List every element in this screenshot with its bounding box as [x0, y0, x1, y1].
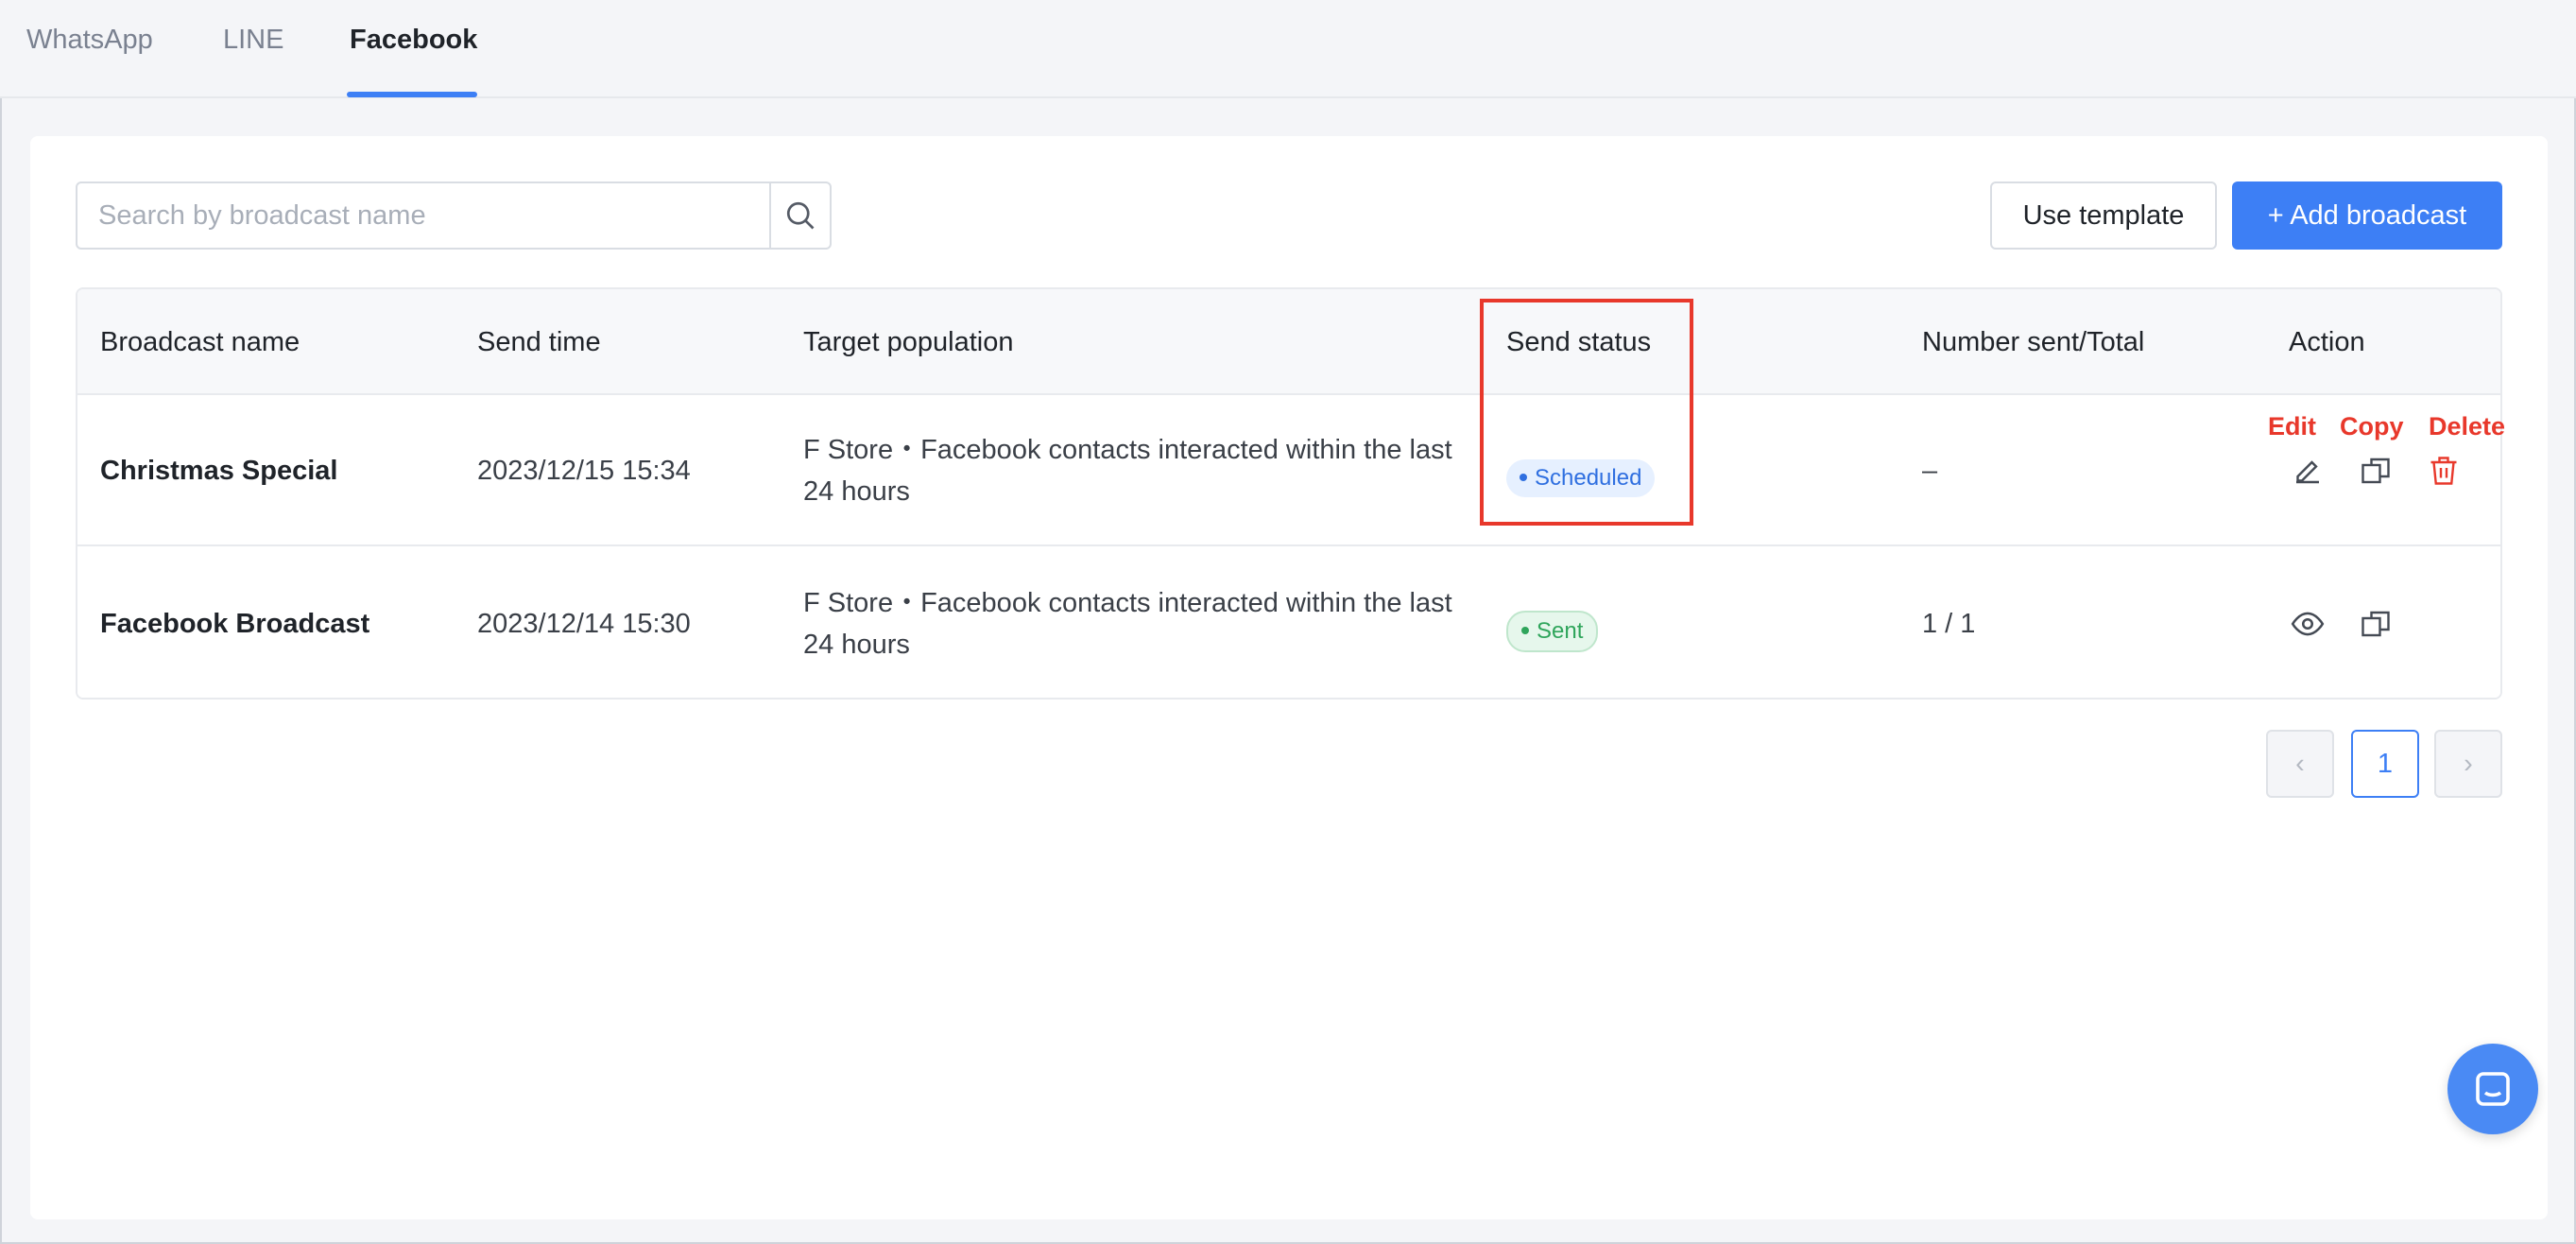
- copy-icon: [2361, 458, 2390, 484]
- target-population: F Store・Facebook contacts interacted wit…: [803, 435, 1452, 507]
- header-broadcast-name: Broadcast name: [100, 327, 301, 357]
- table-row: Christmas Special 2023/12/15 15:34 F Sto…: [77, 395, 2500, 546]
- channel-tabs: WhatsApp LINE Facebook: [0, 0, 2576, 98]
- annotation-edit: Edit: [2268, 412, 2316, 441]
- search-input[interactable]: [77, 183, 771, 248]
- prev-page-button[interactable]: ‹: [2266, 730, 2334, 798]
- tab-line[interactable]: LINE: [223, 25, 283, 56]
- delete-button[interactable]: [2425, 452, 2463, 490]
- tab-facebook[interactable]: Facebook: [350, 25, 477, 56]
- page-1-button[interactable]: 1: [2351, 730, 2419, 798]
- chat-launcher-button[interactable]: [2447, 1044, 2538, 1134]
- header-number-sent: Number sent/Total: [1922, 327, 2145, 357]
- sent-count: 1 / 1: [1922, 609, 1976, 639]
- search-box: [76, 181, 832, 250]
- active-tab-indicator: [347, 92, 477, 97]
- use-template-button[interactable]: Use template: [1990, 181, 2217, 250]
- next-page-button[interactable]: ›: [2434, 730, 2502, 798]
- add-broadcast-button[interactable]: + Add broadcast: [2232, 181, 2502, 250]
- edit-button[interactable]: [2289, 452, 2327, 490]
- annotation-copy: Copy: [2340, 412, 2404, 441]
- table-row: Facebook Broadcast 2023/12/14 15:30 F St…: [77, 548, 2500, 698]
- header-action: Action: [2289, 327, 2365, 357]
- chat-icon: [2476, 1072, 2510, 1106]
- broadcast-table: Broadcast name Send time Target populati…: [76, 287, 2502, 700]
- header-target-population: Target population: [803, 327, 1014, 357]
- view-icon: [2291, 612, 2325, 636]
- target-population: F Store・Facebook contacts interacted wit…: [803, 588, 1452, 660]
- status-text: Sent: [1537, 618, 1584, 644]
- view-button[interactable]: [2289, 605, 2327, 643]
- tab-whatsapp[interactable]: WhatsApp: [26, 25, 153, 56]
- copy-button[interactable]: [2357, 452, 2395, 490]
- broadcast-name: Facebook Broadcast: [100, 609, 370, 639]
- status-dot: [1521, 626, 1529, 634]
- copy-button[interactable]: [2357, 605, 2395, 643]
- status-badge: Sent: [1506, 611, 1599, 652]
- search-icon: [786, 201, 815, 230]
- delete-icon: [2430, 457, 2457, 485]
- edit-icon: [2296, 460, 2319, 484]
- table-header: Broadcast name Send time Target populati…: [77, 289, 2500, 395]
- send-time: 2023/12/15 15:34: [477, 456, 691, 486]
- broadcast-name: Christmas Special: [100, 456, 338, 486]
- sent-count: –: [1922, 456, 1938, 486]
- copy-icon: [2361, 611, 2390, 637]
- send-status-highlight: [1480, 299, 1693, 526]
- header-send-time: Send time: [477, 327, 601, 357]
- search-button[interactable]: [769, 183, 830, 248]
- send-time: 2023/12/14 15:30: [477, 609, 691, 639]
- annotation-delete: Delete: [2429, 412, 2506, 441]
